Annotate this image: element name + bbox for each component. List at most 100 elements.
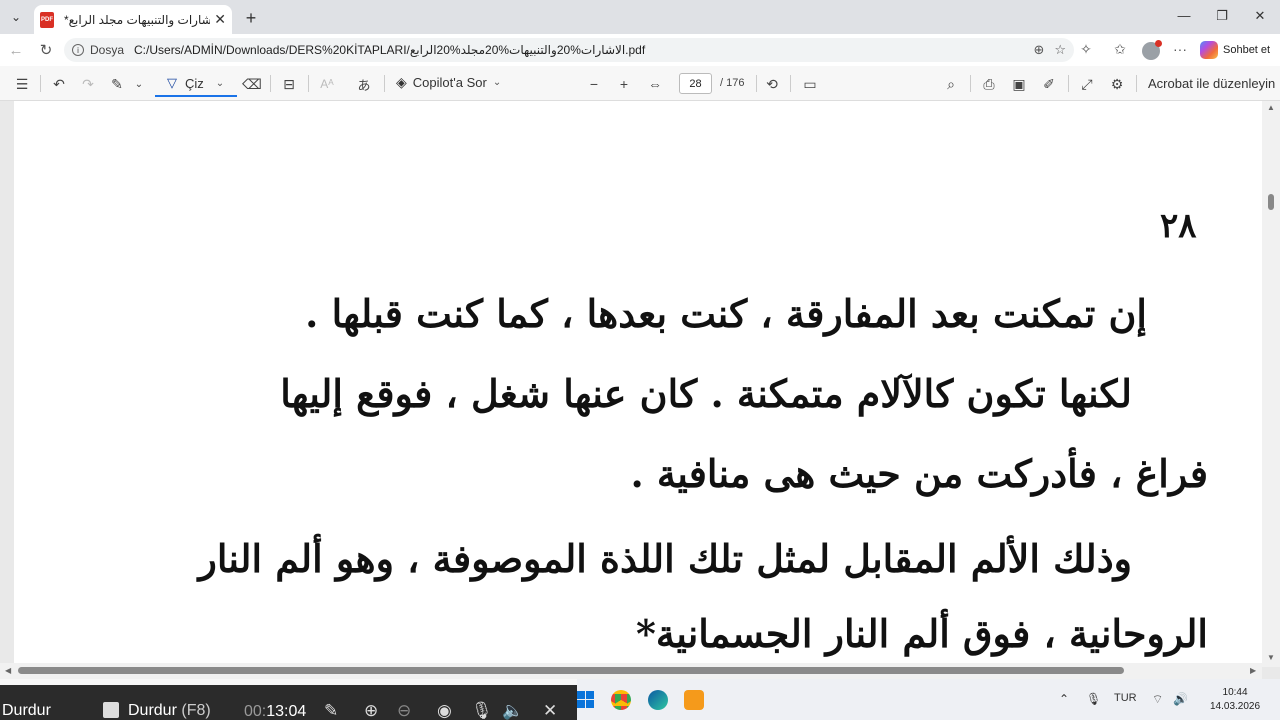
microphone-icon[interactable]: 🎙 <box>471 701 493 720</box>
horizontal-scroll-thumb[interactable] <box>18 667 1124 674</box>
page-view-icon[interactable]: ▭ <box>800 74 820 94</box>
copilot-ask-dropdown-icon[interactable]: ⌄ <box>493 77 501 88</box>
recorder-stop-label: Durdur <box>128 702 177 719</box>
copilot-chat-button[interactable]: Sohbet et <box>1200 39 1270 61</box>
toolbar-divider <box>970 75 971 92</box>
toolbar-divider <box>270 75 271 92</box>
copilot-ask-button[interactable]: ◈ Copilot'a Sor ⌄ <box>396 74 501 91</box>
profile-avatar[interactable] <box>1142 40 1162 60</box>
save-as-icon[interactable]: ✐ <box>1040 74 1058 94</box>
copilot-chat-label: Sohbet et <box>1223 44 1271 56</box>
url-field[interactable]: i Dosya C:/Users/ADMİN/Downloads/DERS%20… <box>64 38 1074 62</box>
chrome-icon[interactable] <box>611 690 631 710</box>
recorder-app-icon[interactable] <box>684 690 704 710</box>
recorder-bar: Durdur Durdur (F8) 00:13:04 ✎ ⊕ ⊖ ◉ 🎙 🔈 … <box>0 685 577 720</box>
tab-title: *الاشارات والتنبيهات مجلد الرابع.pdf <box>64 12 211 27</box>
highlight-icon[interactable]: ✎ <box>108 74 126 94</box>
vertical-scrollbar[interactable]: ▲ ▼ <box>1262 101 1280 667</box>
edge-icon[interactable] <box>648 690 668 710</box>
url-text[interactable]: C:/Users/ADMİN/Downloads/DERS%20KİTAPLAR… <box>134 43 1023 57</box>
clock-time: 10:44 <box>1222 687 1248 698</box>
highlight-dropdown-icon[interactable]: ⌄ <box>133 74 145 94</box>
tab-actions-menu-icon[interactable]: ⌄ <box>4 6 28 28</box>
clock-date: 14.03.2026 <box>1210 701 1261 712</box>
eraser-icon[interactable]: ⌫ <box>242 74 262 94</box>
pdf-file-icon: PDF <box>40 11 54 28</box>
page-number-heading: ٢٨ <box>1160 206 1197 246</box>
refresh-icon[interactable]: ↻ <box>36 40 56 60</box>
text-line-4: وذلك الألم المقابل لمثل تلك اللذة الموصو… <box>198 536 1133 581</box>
recorder-timer-value: 13:04 <box>266 703 307 720</box>
url-scheme-label: Dosya <box>90 43 125 57</box>
redo-icon[interactable]: ↷ <box>79 74 97 94</box>
scroll-right-arrow-icon[interactable]: ▶ <box>1250 666 1256 675</box>
horizontal-scrollbar[interactable]: ◀ ▶ <box>0 663 1262 679</box>
copilot-ask-label: Copilot'a Sor <box>412 75 487 90</box>
text-box-icon[interactable]: ⊟ <box>280 74 298 94</box>
new-tab-button[interactable]: + <box>240 7 262 29</box>
zoom-in-icon[interactable]: ⊕ <box>364 701 378 720</box>
tray-expand-icon[interactable]: ⌃ <box>1059 692 1069 706</box>
tab-bar: ⌄ PDF *الاشارات والتنبيهات مجلد الرابع.p… <box>0 0 1280 34</box>
stop-square-icon[interactable] <box>103 702 119 718</box>
text-line-1: إن تمكنت بعد المفارقة ، كنت بعدها ، كما … <box>305 291 1147 336</box>
recorder-stop-button-2[interactable]: Durdur (F8) <box>128 702 211 720</box>
toolbar-divider <box>756 75 757 92</box>
scroll-left-arrow-icon[interactable]: ◀ <box>5 666 11 675</box>
toolbar-divider <box>40 75 41 92</box>
maximize-button[interactable]: ❐ <box>1212 8 1232 24</box>
toolbar-divider <box>790 75 791 92</box>
zoom-out-icon[interactable]: ⊖ <box>397 701 411 720</box>
contents-list-icon[interactable]: ☰ <box>13 74 31 94</box>
acrobat-edit-link[interactable]: Acrobat ile düzenleyin <box>1148 76 1275 91</box>
taskbar-clock[interactable]: 10:44 14.03.2026 <box>1210 686 1260 714</box>
pdf-viewer: ٢٨ إن تمكنت بعد المفارقة ، كنت بعدها ، ك… <box>0 101 1280 679</box>
browser-tab-active[interactable]: PDF *الاشارات والتنبيهات مجلد الرابع.pdf… <box>34 5 232 34</box>
pdf-page: ٢٨ إن تمكنت بعد المفارقة ، كنت بعدها ، ك… <box>14 101 1262 667</box>
search-icon[interactable]: ⌕ <box>942 74 960 94</box>
zoom-in-button[interactable]: + <box>615 74 633 94</box>
tray-microphone-icon[interactable]: 🎙 <box>1086 692 1101 706</box>
draw-dropdown-icon[interactable]: ⌄ <box>216 78 224 89</box>
back-arrow-icon[interactable]: ← <box>6 40 26 60</box>
scroll-up-arrow-icon[interactable]: ▲ <box>1267 103 1275 112</box>
toolbar-divider <box>1068 75 1069 92</box>
save-icon[interactable]: ▣ <box>1010 74 1028 94</box>
pdf-toolbar: ☰ ↶ ↷ ✎ ⌄ ▽ Çiz ⌄ ⌫ ⊟ Aᴬ あ ◈ Copilot'a S… <box>0 66 1280 101</box>
settings-gear-icon[interactable]: ⚙ <box>1108 74 1126 94</box>
print-icon[interactable]: ⎙ <box>980 74 998 94</box>
zoom-out-button[interactable]: − <box>585 74 603 94</box>
site-info-icon[interactable]: i <box>72 44 84 56</box>
language-indicator[interactable]: TUR <box>1114 692 1137 704</box>
more-menu-icon[interactable]: ··· <box>1170 41 1190 57</box>
taskbar: ⌃ 🎙 TUR ⌔ 🔊 10:44 14.03.2026 <box>577 679 1280 720</box>
speaker-icon[interactable]: 🔈 <box>502 701 523 720</box>
volume-icon[interactable]: 🔊 <box>1173 692 1188 706</box>
favorite-star-icon[interactable]: ☆ <box>1054 42 1066 58</box>
favorites-icon[interactable]: ✩ <box>1110 41 1130 58</box>
tab-close-icon[interactable]: ✕ <box>214 11 226 28</box>
text-size-icon[interactable]: Aᴬ <box>318 74 336 94</box>
copilot-icon <box>1200 41 1218 59</box>
text-line-5: الروحانية ، فوق ألم النار الجسمانية* <box>636 611 1208 656</box>
fullscreen-icon[interactable]: ⤢ <box>1078 74 1096 94</box>
wifi-icon[interactable]: ⌔ <box>1152 692 1163 707</box>
minimize-button[interactable]: — <box>1174 8 1194 23</box>
scroll-down-arrow-icon[interactable]: ▼ <box>1267 653 1275 662</box>
draw-button[interactable]: ▽ Çiz ⌄ <box>155 71 237 97</box>
camera-icon[interactable]: ◉ <box>437 701 452 720</box>
recorder-close-icon[interactable]: ✕ <box>543 701 557 720</box>
pen-icon[interactable]: ✎ <box>324 701 338 720</box>
recorder-stop-button-1[interactable]: Durdur <box>2 702 51 720</box>
undo-icon[interactable]: ↶ <box>50 74 68 94</box>
zoom-search-icon[interactable]: ⊕ <box>1033 42 1044 58</box>
fit-width-icon[interactable]: ⇔ <box>645 74 665 94</box>
copilot-ask-icon: ◈ <box>396 74 407 90</box>
vertical-scroll-thumb[interactable] <box>1268 194 1274 210</box>
extensions-icon[interactable]: ✧ <box>1076 41 1096 58</box>
window-close-button[interactable]: ✕ <box>1250 8 1270 24</box>
windows-start-icon[interactable] <box>577 691 594 708</box>
rotate-icon[interactable]: ⟲ <box>763 74 781 94</box>
page-number-input[interactable]: 28 <box>679 73 712 94</box>
read-aloud-icon[interactable]: あ <box>355 74 373 94</box>
